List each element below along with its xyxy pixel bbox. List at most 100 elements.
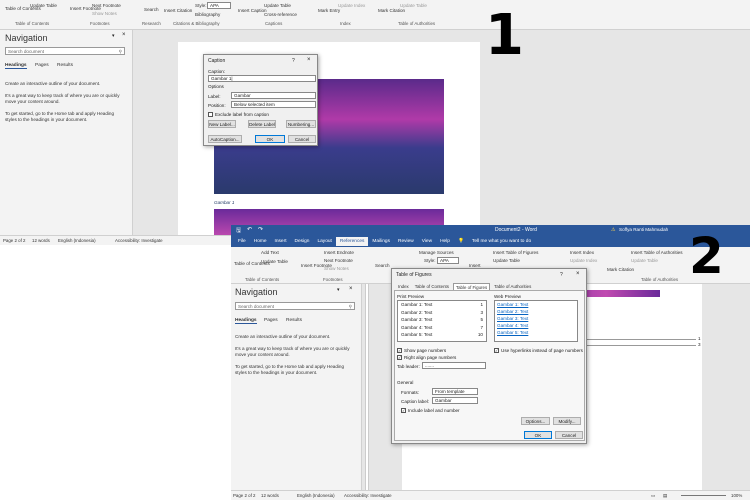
- list-item[interactable]: Gambar 2: Text: [495, 308, 577, 315]
- use-hyperlinks-checkbox[interactable]: ✓: [494, 348, 499, 353]
- read-mode-icon[interactable]: ▤: [663, 493, 667, 499]
- insert-tof-button[interactable]: Insert Table of Figures: [493, 250, 538, 255]
- accessibility-status[interactable]: Accessibility: Investigate: [344, 493, 392, 498]
- mark-citation-button[interactable]: Mark Citation: [607, 267, 634, 272]
- add-text-button[interactable]: Add Text: [261, 250, 279, 255]
- close-icon[interactable]: ×: [576, 271, 580, 277]
- zoom-slider[interactable]: [681, 495, 726, 496]
- ok-button[interactable]: OK: [255, 135, 285, 143]
- list-item[interactable]: Gambar 4: Text: [495, 322, 577, 329]
- tab-headings[interactable]: Headings: [235, 318, 257, 324]
- zoom-level[interactable]: 100%: [731, 493, 742, 498]
- update-table-button[interactable]: Update Table: [493, 258, 520, 263]
- help-icon[interactable]: ?: [292, 58, 295, 64]
- page-count[interactable]: Page 2 of 2: [3, 238, 25, 243]
- insert-toa-button[interactable]: Insert Table of Authorities: [631, 250, 683, 255]
- caption-input[interactable]: Gambar 1|: [208, 75, 316, 82]
- search-button[interactable]: Search: [375, 263, 390, 268]
- chevron-down-icon[interactable]: ▾: [112, 33, 115, 39]
- undo-icon[interactable]: ↶: [247, 226, 252, 233]
- manage-sources-button[interactable]: Manage Sources: [419, 250, 454, 255]
- mark-entry-button[interactable]: Mark Entry: [318, 8, 340, 13]
- label-select[interactable]: Gambar: [231, 92, 316, 99]
- list-item[interactable]: Gambar 3: Text: [495, 315, 577, 322]
- mark-citation-button[interactable]: Mark Citation: [378, 8, 405, 13]
- language[interactable]: English (Indonesia): [297, 493, 335, 498]
- cancel-button[interactable]: Cancel: [555, 431, 583, 439]
- list-item[interactable]: Gambar 5: Text: [495, 329, 577, 336]
- show-notes-button[interactable]: Show Notes: [324, 266, 349, 271]
- chevron-down-icon[interactable]: ▾: [337, 287, 340, 293]
- tab-home[interactable]: Home: [250, 239, 271, 244]
- exclude-label-checkbox[interactable]: [208, 112, 213, 117]
- update-table-button[interactable]: Update Table: [30, 3, 57, 8]
- update-index-button[interactable]: Update Index: [570, 258, 597, 263]
- update-table-button[interactable]: Update Table: [631, 258, 658, 263]
- word-count[interactable]: 12 words: [32, 238, 50, 243]
- search-icon[interactable]: ⚲: [349, 303, 352, 310]
- tab-design[interactable]: Design: [291, 239, 314, 244]
- close-icon[interactable]: ×: [307, 57, 311, 63]
- redo-icon[interactable]: ↷: [258, 226, 263, 233]
- numbering-button[interactable]: Numbering...: [286, 120, 316, 128]
- position-select[interactable]: Below selected item: [231, 101, 316, 108]
- tell-me-input[interactable]: Tell me what you want to do: [468, 239, 535, 244]
- next-footnote-button[interactable]: Next Footnote: [92, 3, 121, 8]
- update-table-button[interactable]: Update Table: [264, 3, 291, 8]
- options-button[interactable]: Options...: [521, 417, 550, 425]
- language[interactable]: English (Indonesia): [58, 238, 96, 243]
- bibliography-button[interactable]: Bibliography: [195, 12, 220, 17]
- tab-pages[interactable]: Pages: [264, 318, 278, 323]
- style-select[interactable]: APA: [437, 257, 459, 264]
- update-table-button[interactable]: Update Table: [261, 259, 288, 264]
- tab-pages[interactable]: Pages: [35, 63, 49, 68]
- tab-help[interactable]: Help: [436, 239, 454, 244]
- page-count[interactable]: Page 2 of 2: [233, 493, 255, 498]
- close-icon[interactable]: ×: [349, 286, 353, 292]
- modify-button[interactable]: Modify...: [553, 417, 581, 425]
- tab-view[interactable]: View: [418, 239, 436, 244]
- right-align-checkbox[interactable]: ✓: [397, 355, 402, 360]
- update-table-button[interactable]: Update Table: [400, 3, 427, 8]
- search-icon[interactable]: ⚲: [119, 48, 122, 55]
- user-name[interactable]: Soffya Ranti Mahmudah: [619, 227, 668, 232]
- ok-button[interactable]: OK: [524, 431, 552, 439]
- tab-headings[interactable]: Headings: [5, 63, 27, 69]
- tab-file[interactable]: File: [234, 239, 250, 244]
- search-button[interactable]: Search: [144, 7, 159, 12]
- autocaption-button[interactable]: AutoCaption...: [208, 135, 242, 143]
- search-input[interactable]: Search document ⚲: [5, 47, 125, 55]
- cross-reference-button[interactable]: Cross-reference: [264, 12, 297, 17]
- word-count[interactable]: 12 words: [261, 493, 279, 498]
- cancel-button[interactable]: Cancel: [288, 135, 316, 143]
- include-label-checkbox[interactable]: ✓: [401, 408, 406, 413]
- accessibility-status[interactable]: Accessibility: Investigate: [115, 238, 163, 243]
- help-icon[interactable]: ?: [560, 272, 563, 278]
- new-label-button[interactable]: New Label...: [208, 120, 236, 128]
- style-select[interactable]: APA: [207, 2, 231, 9]
- insert-caption-button[interactable]: Insert Caption: [238, 8, 267, 13]
- insert-endnote-button[interactable]: Insert Endnote: [324, 250, 354, 255]
- tab-mailings[interactable]: Mailings: [368, 239, 394, 244]
- next-footnote-button[interactable]: Next Footnote: [324, 258, 353, 263]
- insert-index-button[interactable]: Insert Index: [570, 250, 594, 255]
- tab-insert[interactable]: Insert: [271, 239, 291, 244]
- list-item[interactable]: Gambar 1: Text: [495, 301, 577, 308]
- tab-review[interactable]: Review: [394, 239, 418, 244]
- focus-icon[interactable]: ▭: [651, 493, 655, 499]
- tab-layout[interactable]: Layout: [313, 239, 335, 244]
- insert-citation-button[interactable]: Insert Citation: [164, 8, 192, 13]
- tab-leader-select[interactable]: .......: [422, 362, 486, 369]
- update-index-button[interactable]: Update Index: [338, 3, 365, 8]
- tab-results[interactable]: Results: [57, 63, 73, 68]
- search-input[interactable]: Search document ⚲: [235, 302, 355, 310]
- show-page-numbers-checkbox[interactable]: ✓: [397, 348, 402, 353]
- tab-results[interactable]: Results: [286, 318, 302, 323]
- caption-label-select[interactable]: Gambar: [432, 397, 478, 404]
- tab-references[interactable]: References: [335, 237, 369, 246]
- delete-label-button[interactable]: Delete Label: [248, 120, 276, 128]
- close-icon[interactable]: ×: [122, 32, 126, 38]
- formats-select[interactable]: From template: [432, 388, 478, 395]
- show-notes-button[interactable]: Show Notes: [92, 11, 117, 16]
- save-icon[interactable]: 🖫: [236, 226, 241, 236]
